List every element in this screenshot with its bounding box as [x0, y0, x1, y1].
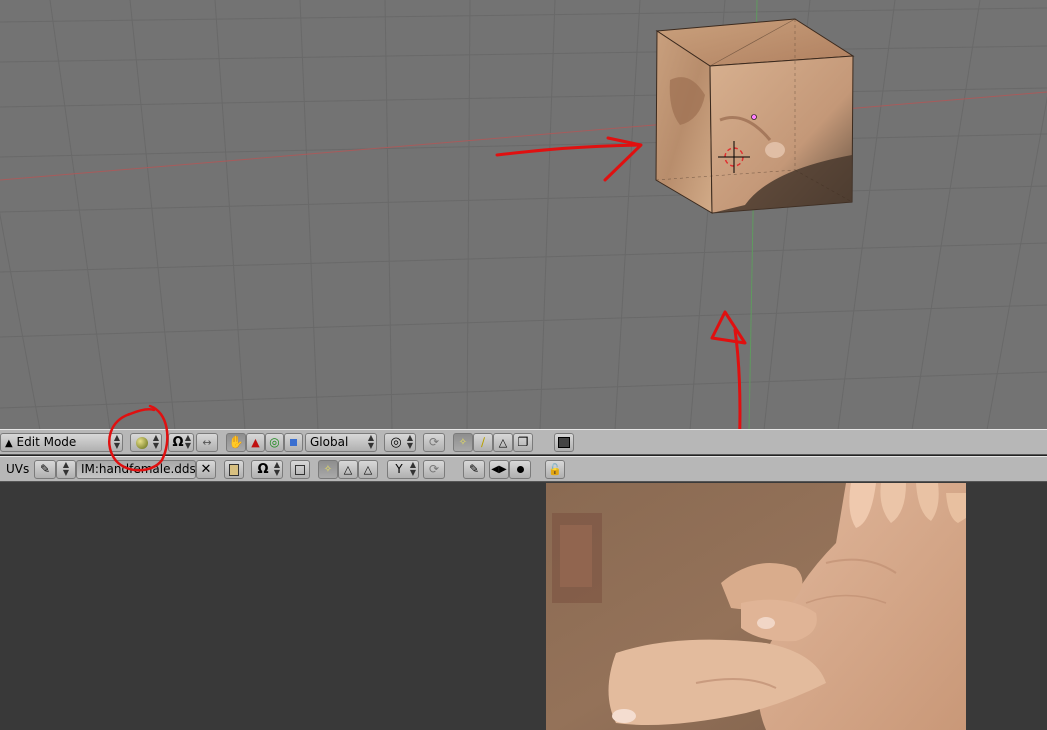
dropdown-arrows-icon: ▲ ▼ [367, 433, 374, 450]
sticky-icon: Y [395, 462, 403, 476]
pin-icon: ✎ [39, 462, 51, 476]
translate-icon: ▲ [251, 436, 260, 449]
annotation-arrow-up-icon [710, 310, 747, 430]
proportional-dropdown[interactable]: ◎ ▲ ▼ [384, 433, 416, 452]
hand-icon: ✋ [228, 435, 244, 449]
orientation-dropdown[interactable]: Global ▲ ▼ [305, 433, 377, 452]
edge-select-icon: △ [343, 463, 353, 476]
x-axis-line [0, 91, 1047, 181]
orientation-label: Global [310, 435, 349, 449]
dropdown-arrows-icon: ▲ ▼ [406, 433, 413, 450]
viewport-canvas [0, 0, 1047, 430]
vertex-select-icon: ✧ [458, 437, 468, 448]
textured-cube [655, 18, 855, 214]
close-icon: ✕ [200, 462, 212, 477]
image-button[interactable] [224, 460, 244, 479]
dropdown-arrows-icon: ▲ ▼ [273, 460, 280, 477]
face-select-icon: △ [363, 463, 373, 476]
dropdown-arrows-icon: ▲ ▼ [184, 433, 191, 450]
face-select-icon: △ [498, 436, 508, 449]
3d-viewport[interactable] [0, 0, 1047, 430]
uv-pivot-dropdown[interactable]: Ω ▲ ▼ [251, 460, 283, 479]
sticky-select-dropdown[interactable]: Y ▲ ▼ [387, 460, 419, 479]
face-select-button[interactable]: △ [493, 433, 513, 452]
paint-icon: ✎ [468, 462, 480, 476]
close-image-button[interactable]: ✕ [196, 460, 216, 479]
draw-mode-button[interactable]: ◀▶ [489, 460, 509, 479]
rotate-button[interactable]: ◎ [265, 433, 284, 452]
hand-texture-image [546, 483, 966, 730]
edge-select-icon: ∕ [480, 435, 486, 449]
render-button[interactable] [554, 433, 574, 452]
uvs-menu[interactable]: UVs [6, 460, 29, 479]
paint-toggle[interactable]: ✎ [463, 460, 485, 479]
edge-select-button[interactable]: ∕ [473, 433, 493, 452]
hand-button[interactable]: ✋ [226, 433, 246, 452]
rotate-icon: ◎ [269, 435, 280, 449]
grid [0, 0, 1047, 430]
uv-snap-toggle[interactable]: ⟳ [423, 460, 445, 479]
occlude-toggle[interactable]: ❐ [513, 433, 533, 452]
dot-icon [516, 466, 524, 473]
browse-image-icon: ▲ ▼ [62, 460, 69, 477]
manipulator-icon: ↔ [202, 436, 212, 449]
scale-button[interactable] [284, 433, 303, 452]
browse-image-button[interactable]: ▲ ▼ [56, 460, 76, 479]
snap-icon: ⟳ [428, 462, 440, 476]
scale-icon [290, 439, 297, 446]
uv-face-select-button[interactable]: △ [358, 460, 378, 479]
lock-button[interactable]: 🔓 [545, 460, 565, 479]
lock-icon: 🔓 [548, 463, 562, 476]
uv-sync-toggle[interactable] [290, 460, 310, 479]
pivot-icon: Ω [257, 462, 269, 477]
pin-button[interactable]: ✎ [34, 460, 56, 479]
translate-button[interactable]: ▲ [246, 433, 265, 452]
uv-edge-select-button[interactable]: △ [338, 460, 358, 479]
proportional-icon: ◎ [390, 435, 402, 450]
mode-triangle-icon: ▲ [5, 438, 13, 449]
vertex-select-button[interactable]: ✧ [453, 433, 473, 452]
display-dot-button[interactable] [509, 460, 531, 479]
annotation-circle-icon [108, 404, 169, 472]
draw-mode-icon: ◀▶ [491, 464, 507, 475]
uv-sync-icon [295, 464, 305, 475]
mode-label: Edit Mode [16, 435, 77, 449]
occlude-icon: ❐ [517, 435, 529, 449]
vertex-select-icon: ✧ [323, 464, 333, 475]
image-icon [229, 463, 239, 476]
snap-toggle[interactable]: ⟳ [423, 433, 445, 452]
render-icon [558, 437, 570, 448]
uv-vertex-select-button[interactable]: ✧ [318, 460, 338, 479]
dropdown-arrows-icon: ▲ ▼ [409, 460, 416, 477]
snap-icon: ⟳ [428, 435, 440, 449]
manipulator-toggle[interactable]: ↔ [196, 433, 218, 452]
